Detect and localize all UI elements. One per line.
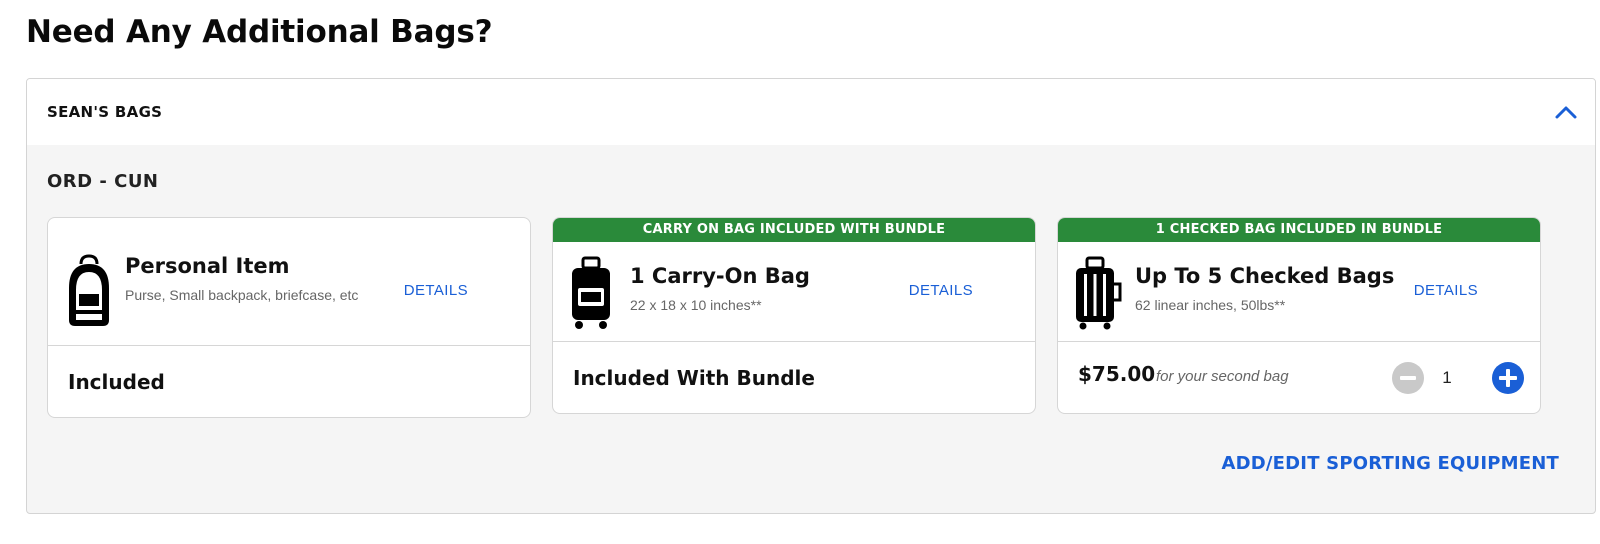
- chevron-up-icon[interactable]: [1551, 97, 1581, 127]
- passenger-bags-panel: SEAN'S BAGS ORD - CUN Personal Item Purs…: [26, 78, 1596, 514]
- bag-quantity: 1: [1442, 368, 1452, 387]
- checked-bags-card: 1 CHECKED BAG INCLUDED IN BUNDLE Up To 5…: [1057, 217, 1541, 414]
- bag-description: Purse, Small backpack, briefcase, etc: [125, 287, 359, 303]
- minus-icon: [1400, 376, 1416, 380]
- increment-button[interactable]: [1492, 362, 1524, 394]
- bag-status: Included With Bundle: [573, 366, 815, 390]
- passenger-bags-title: SEAN'S BAGS: [47, 103, 163, 121]
- route-label: ORD - CUN: [47, 171, 159, 192]
- bag-status: Included: [68, 370, 165, 394]
- checked-bag-icon: [1074, 256, 1122, 335]
- bundle-banner: 1 CHECKED BAG INCLUDED IN BUNDLE: [1058, 218, 1540, 242]
- decrement-button[interactable]: [1392, 362, 1424, 394]
- carry-on-bag-icon: [569, 256, 613, 335]
- add-edit-sporting-equipment-link[interactable]: ADD/EDIT SPORTING EQUIPMENT: [1221, 453, 1559, 474]
- checked-bags-details-link[interactable]: DETAILS: [1414, 282, 1478, 299]
- bag-name: Personal Item: [125, 254, 290, 278]
- bag-price: $75.00: [1078, 362, 1156, 386]
- bag-description: 22 x 18 x 10 inches**: [630, 297, 762, 313]
- bundle-banner: CARRY ON BAG INCLUDED WITH BUNDLE: [553, 218, 1035, 242]
- price-note: for your second bag: [1156, 368, 1289, 385]
- bag-description: 62 linear inches, 50lbs**: [1135, 297, 1286, 313]
- personal-item-card: Personal Item Purse, Small backpack, bri…: [47, 217, 531, 418]
- bag-name: Up To 5 Checked Bags: [1135, 264, 1395, 288]
- backpack-icon: [64, 254, 114, 333]
- bag-name: 1 Carry-On Bag: [630, 264, 810, 288]
- personal-item-details-link[interactable]: DETAILS: [404, 282, 468, 299]
- carry-on-card: CARRY ON BAG INCLUDED WITH BUNDLE 1 Carr…: [552, 217, 1036, 414]
- passenger-bags-header[interactable]: SEAN'S BAGS: [27, 79, 1595, 145]
- carry-on-details-link[interactable]: DETAILS: [909, 282, 973, 299]
- page-title: Need Any Additional Bags?: [26, 14, 493, 50]
- plus-icon: [1499, 369, 1517, 387]
